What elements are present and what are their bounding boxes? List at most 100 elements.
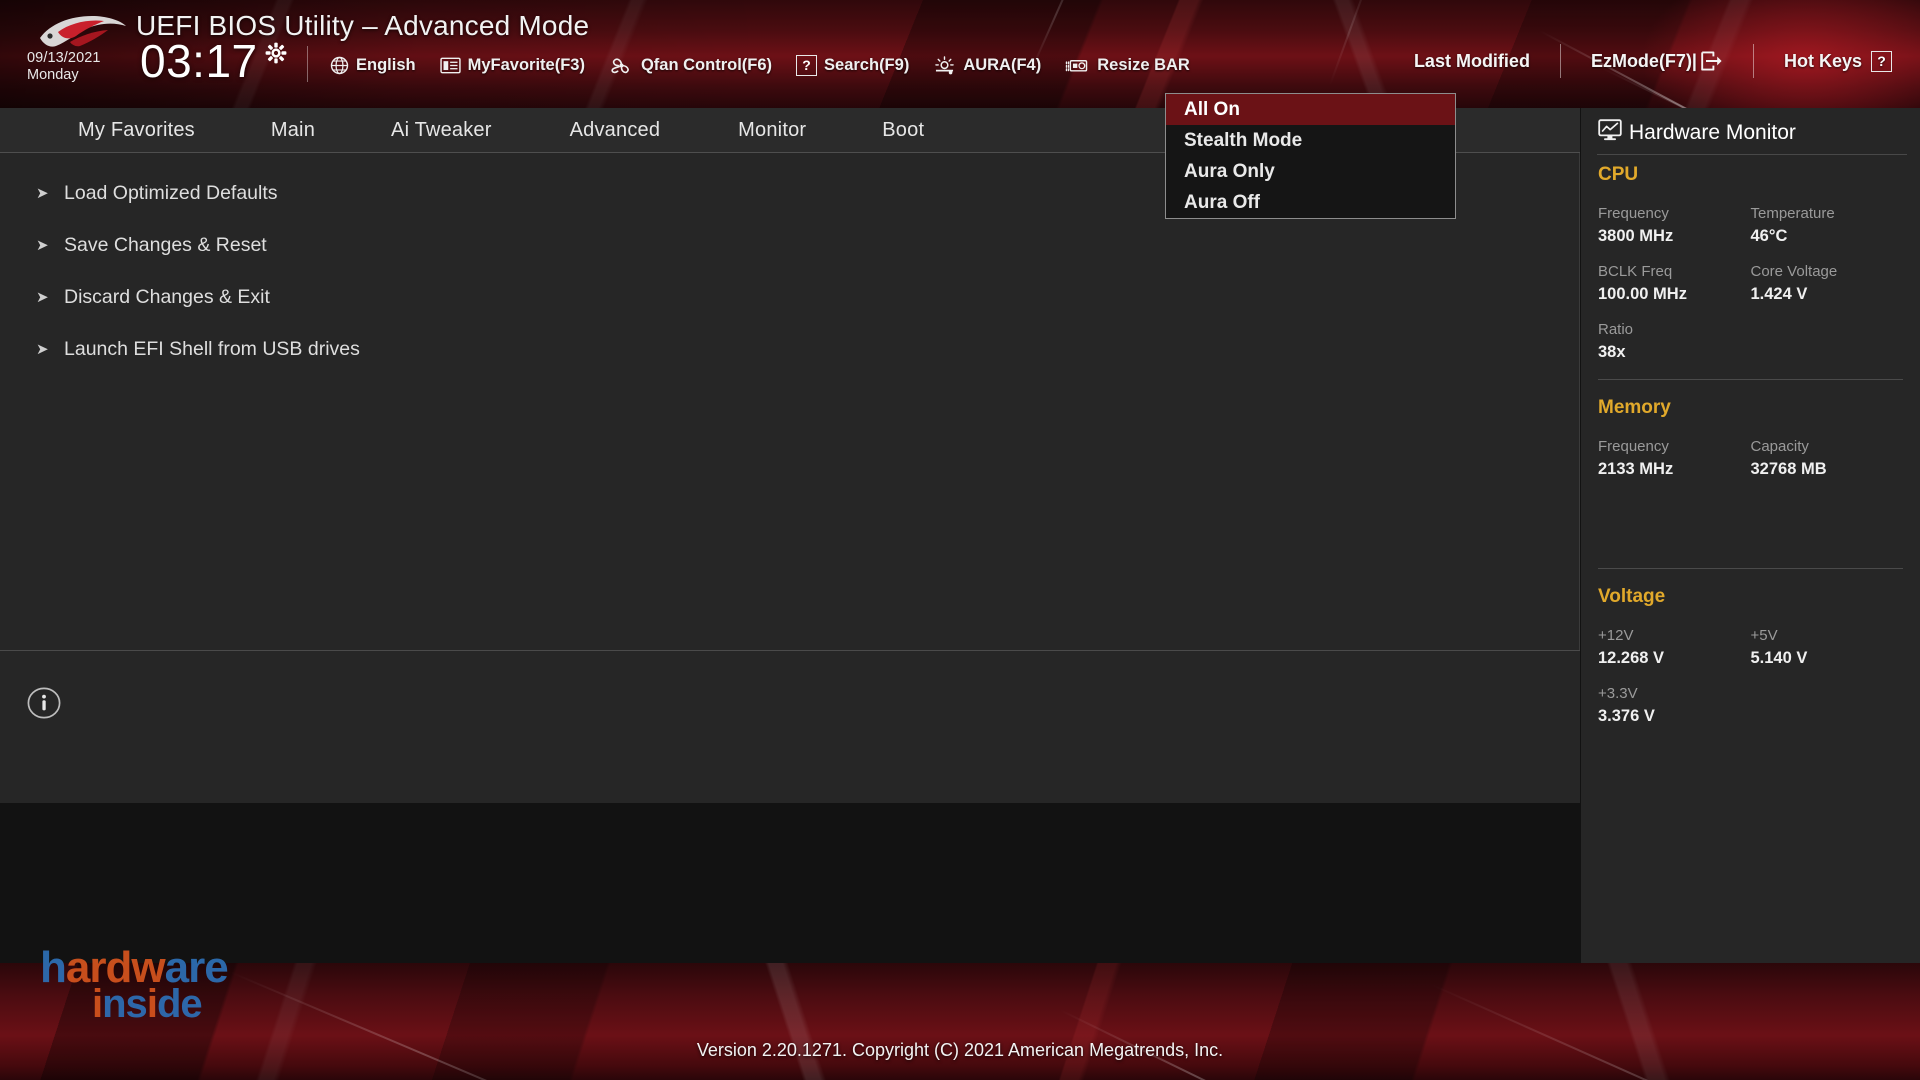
- hw-field-cpu-temperature: Temperature 46°C: [1751, 205, 1904, 246]
- menu-label-save-changes-reset: Save Changes & Reset: [64, 233, 267, 256]
- hw-field-3-3v: +3.3V 3.376 V: [1598, 685, 1903, 726]
- copyright-text: Version 2.20.1271. Copyright (C) 2021 Am…: [696, 1040, 1224, 1060]
- hw-value: 46°C: [1750, 227, 1788, 245]
- hw-key: Capacity: [1750, 438, 1809, 455]
- hw-heading-memory: Memory: [1598, 397, 1671, 418]
- hw-value: 3800 MHz: [1598, 227, 1674, 245]
- info-icon[interactable]: [27, 686, 61, 720]
- hw-row: Ratio 38x: [1598, 321, 1903, 362]
- aura-menu-item-all-on[interactable]: All On: [1166, 94, 1455, 125]
- gpu-card-icon: [1065, 56, 1090, 75]
- hw-section-cpu: CPU Frequency 3800 MHz Temperature 46°C …: [1581, 164, 1920, 380]
- hw-key: +5V: [1750, 627, 1778, 644]
- chevron-right-icon: ➤: [36, 185, 49, 202]
- footer-divider: [1752, 44, 1754, 78]
- aura-lamp-icon: [933, 55, 956, 75]
- menu-item-launch-efi-shell[interactable]: ➤ Launch EFI Shell from USB drives: [0, 323, 1579, 375]
- aura-menu-item-aura-off[interactable]: Aura Off: [1166, 187, 1455, 218]
- hw-key: Ratio: [1598, 321, 1634, 338]
- footer-actions: Last Modified EzMode(F7)| Hot Keys ?: [1414, 44, 1892, 78]
- hw-field-bclk-freq: BCLK Freq 100.00 MHz: [1598, 263, 1751, 304]
- hw-heading-cpu: CPU: [1598, 164, 1639, 185]
- hw-key: Frequency: [1598, 205, 1669, 222]
- tab-my-favorites[interactable]: My Favorites: [68, 119, 205, 142]
- hw-field-cpu-frequency: Frequency 3800 MHz: [1598, 205, 1751, 246]
- aura-dropdown-menu: All On Stealth Mode Aura Only Aura Off: [1165, 93, 1456, 219]
- hw-key: Frequency: [1598, 438, 1669, 455]
- hw-row: +3.3V 3.376 V: [1598, 685, 1903, 726]
- hw-value: 38x: [1598, 343, 1626, 361]
- header-streak: [1329, 0, 1372, 86]
- hw-value: 32768 MB: [1750, 460, 1827, 478]
- menu-label-discard-changes-exit: Discard Changes & Exit: [64, 285, 270, 308]
- tab-boot[interactable]: Boot: [872, 119, 934, 142]
- hw-value: 2133 MHz: [1598, 460, 1674, 478]
- hw-row: +12V 12.268 V +5V 5.140 V: [1598, 627, 1903, 668]
- toolbar-label-search: Search(F9): [824, 55, 910, 74]
- question-box-icon: ?: [1871, 50, 1892, 72]
- hw-row: BCLK Freq 100.00 MHz Core Voltage 1.424 …: [1598, 263, 1903, 304]
- hw-key: +3.3V: [1598, 685, 1638, 702]
- hw-section-memory: Memory Frequency 2133 MHz Capacity 32768…: [1581, 397, 1920, 569]
- hw-field-memory-frequency: Frequency 2133 MHz: [1598, 438, 1751, 479]
- tab-advanced[interactable]: Advanced: [560, 119, 671, 142]
- menu-label-launch-efi-shell: Launch EFI Shell from USB drives: [64, 337, 360, 360]
- header-divider: [307, 46, 308, 82]
- chevron-right-icon: ➤: [36, 237, 49, 254]
- tab-monitor[interactable]: Monitor: [728, 119, 816, 142]
- footer-bar: [0, 963, 1920, 1080]
- menu-item-discard-changes-exit[interactable]: ➤ Discard Changes & Exit: [0, 271, 1579, 323]
- tab-ai-tweaker[interactable]: Ai Tweaker: [381, 119, 502, 142]
- toolbar-item-qfan[interactable]: Qfan Control(F6): [609, 56, 772, 75]
- ezmode-label: EzMode(F7)|: [1590, 50, 1697, 71]
- date-time-block: 09/13/2021 Monday: [27, 50, 132, 84]
- toolbar-item-resizebar[interactable]: Resize BAR: [1065, 56, 1190, 75]
- question-box-icon: ?: [796, 54, 818, 76]
- aura-menu-item-stealth-mode[interactable]: Stealth Mode: [1166, 125, 1455, 156]
- hw-field-12v: +12V 12.268 V: [1598, 627, 1751, 668]
- hw-value: 5.140 V: [1750, 649, 1808, 667]
- hw-value: 1.424 V: [1750, 285, 1808, 303]
- hw-heading-voltage: Voltage: [1598, 586, 1666, 607]
- toolbar-item-search[interactable]: ? Search(F9): [796, 54, 910, 76]
- menu-label-load-optimized-defaults: Load Optimized Defaults: [64, 181, 278, 204]
- hardware-monitor-panel: Hardware Monitor CPU Frequency 3800 MHz …: [1581, 108, 1920, 963]
- hw-field-memory-capacity: Capacity 32768 MB: [1751, 438, 1904, 479]
- footer-divider: [1559, 44, 1561, 78]
- tab-main[interactable]: Main: [261, 119, 325, 142]
- hardware-monitor-title: Hardware Monitor: [1581, 108, 1920, 147]
- current-time: 03:17: [140, 35, 258, 87]
- chevron-right-icon: ➤: [36, 289, 49, 306]
- hw-key: BCLK Freq: [1598, 263, 1673, 280]
- hardware-monitor-title-rule: [1597, 154, 1907, 155]
- toolbar-label-aura: AURA(F4): [963, 55, 1042, 74]
- footer-streak: [229, 971, 618, 1080]
- info-panel: [0, 651, 1580, 803]
- ezmode-button[interactable]: EzMode(F7)|: [1591, 50, 1723, 72]
- hot-keys-button[interactable]: Hot Keys ?: [1783, 50, 1892, 72]
- hw-row: Frequency 3800 MHz Temperature 46°C: [1598, 205, 1903, 246]
- hw-divider: [1598, 379, 1903, 380]
- toolbar-label-resizebar: Resize BAR: [1097, 55, 1190, 74]
- gear-icon[interactable]: [265, 42, 287, 64]
- hw-key: Temperature: [1750, 205, 1835, 222]
- globe-icon: [330, 56, 349, 75]
- toolbar-label-myfavorite: MyFavorite(F3): [467, 55, 585, 74]
- hw-row: Frequency 2133 MHz Capacity 32768 MB: [1598, 438, 1903, 479]
- toolbar-item-myfavorite[interactable]: MyFavorite(F3): [439, 55, 585, 75]
- toolbar-label-language: English: [356, 55, 416, 74]
- hot-keys-label: Hot Keys: [1783, 50, 1862, 71]
- footer-streak: [1429, 983, 1824, 1080]
- exit-arrow-icon: [1699, 50, 1723, 72]
- aura-menu-item-aura-only[interactable]: Aura Only: [1166, 156, 1455, 187]
- hw-field-core-voltage: Core Voltage 1.424 V: [1751, 263, 1904, 304]
- toolbar-label-qfan: Qfan Control(F6): [640, 55, 773, 74]
- monitor-chart-icon: [1598, 119, 1622, 147]
- toolbar-item-language[interactable]: English: [330, 56, 416, 75]
- hw-field-ratio: Ratio 38x: [1598, 321, 1903, 362]
- hw-section-voltage: Voltage +12V 12.268 V +5V 5.140 V +3.3V …: [1581, 586, 1920, 726]
- menu-item-save-changes-reset[interactable]: ➤ Save Changes & Reset: [0, 219, 1579, 271]
- toolbar-item-aura[interactable]: AURA(F4): [933, 56, 1041, 75]
- last-modified-button[interactable]: Last Modified: [1414, 51, 1530, 72]
- bios-screen: UEFI BIOS Utility – Advanced Mode 09/13/…: [0, 0, 1920, 1080]
